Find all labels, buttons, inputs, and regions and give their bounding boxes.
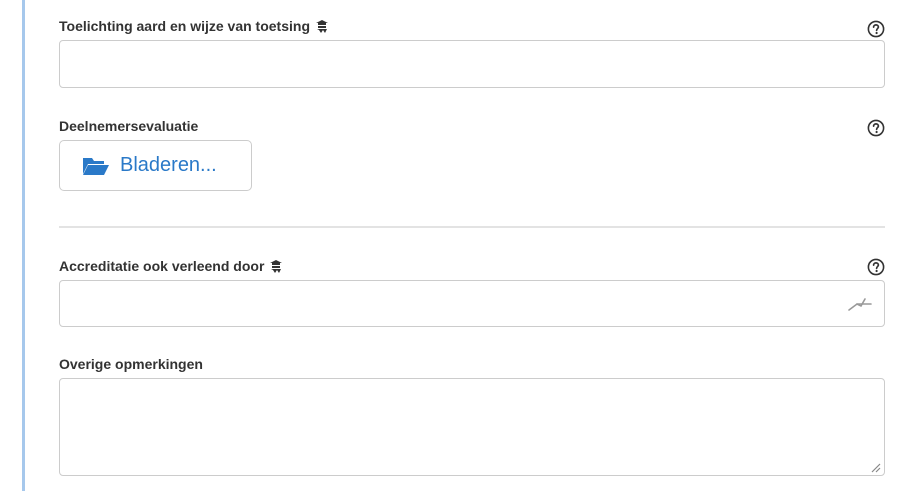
field-label-accreditatie: Accreditatie ook verleend door xyxy=(59,258,265,274)
field-label-toelichting: Toelichting aard en wijze van toetsing xyxy=(59,18,311,34)
accreditatie-verleend-door-input[interactable] xyxy=(59,280,885,327)
field-label-deelnemersevaluatie: Deelnemersevaluatie xyxy=(59,118,199,134)
field-deelnemersevaluatie: Deelnemersevaluatie Bladeren... xyxy=(59,118,885,194)
field-toelichting-toetsing: Toelichting aard en wijze van toetsing xyxy=(59,18,885,90)
help-icon[interactable] xyxy=(867,119,885,137)
toelichting-toetsing-input[interactable] xyxy=(59,40,885,88)
browse-button-label: Bladeren... xyxy=(120,154,217,176)
section-divider xyxy=(59,226,885,228)
autocomplete-icon xyxy=(847,296,873,312)
translate-icon[interactable] xyxy=(268,258,284,274)
field-accreditatie-verleend-door: Accreditatie ook verleend door xyxy=(59,258,885,328)
help-icon[interactable] xyxy=(867,258,885,276)
field-label-wrapper: Deelnemersevaluatie xyxy=(59,118,198,134)
help-icon[interactable] xyxy=(867,20,885,38)
field-label-wrapper: Toelichting aard en wijze van toetsing xyxy=(59,18,330,34)
browse-button[interactable]: Bladeren... xyxy=(59,140,252,191)
overige-opmerkingen-textarea[interactable] xyxy=(59,378,885,476)
folder-open-icon xyxy=(82,155,110,177)
translate-icon[interactable] xyxy=(314,18,330,34)
field-label-overige-opmerkingen: Overige opmerkingen xyxy=(59,356,203,372)
left-accent-rule xyxy=(22,0,25,491)
field-overige-opmerkingen: Overige opmerkingen xyxy=(59,356,885,480)
resize-handle-icon[interactable] xyxy=(869,460,881,473)
field-label-wrapper: Overige opmerkingen xyxy=(59,356,203,372)
field-label-wrapper: Accreditatie ook verleend door xyxy=(59,258,284,274)
